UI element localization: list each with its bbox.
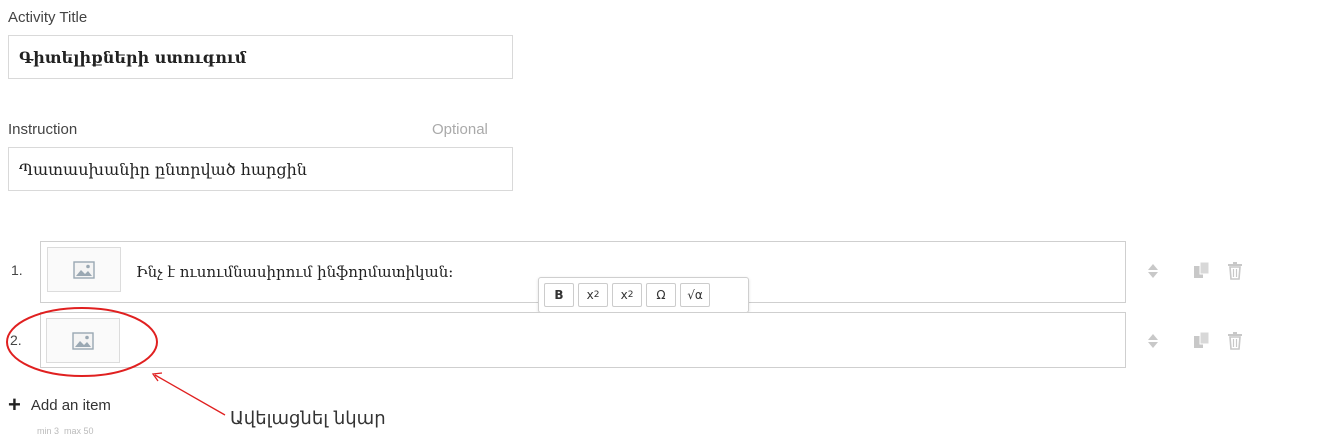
annotation-arrow-line [154, 374, 226, 416]
annotation-text: Ավելացնել նկար [230, 408, 386, 429]
annotation-ellipse [6, 307, 158, 377]
annotation-overlay [6, 307, 226, 416]
